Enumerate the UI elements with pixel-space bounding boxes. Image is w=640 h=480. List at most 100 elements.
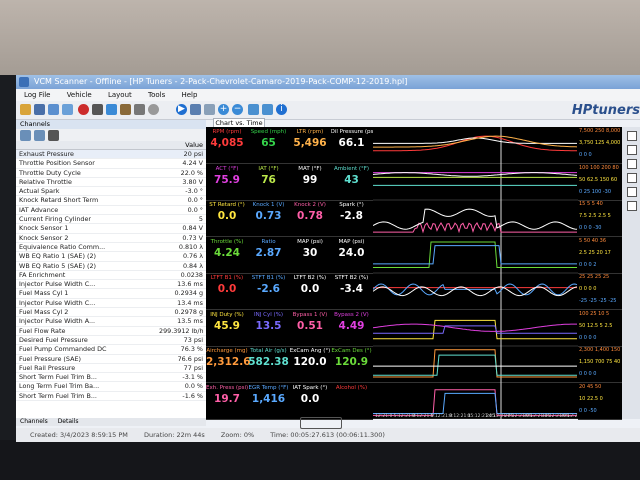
gauge[interactable]: Spark (°) -2.8 xyxy=(331,202,373,223)
zoom-out-icon[interactable]: − xyxy=(232,104,243,115)
menu-log-file[interactable]: Log File xyxy=(24,91,50,99)
channel-grid-icon[interactable] xyxy=(34,130,45,141)
table-row[interactable]: Actual Spark -3.0 ° xyxy=(16,187,206,197)
table-row[interactable]: Fuel Flow Rate 299.3912 lb/h xyxy=(16,327,206,336)
gauge[interactable]: LTR (rpm) 5,496 xyxy=(289,129,331,150)
gauge-value: 120.0 xyxy=(293,356,327,368)
table-row[interactable]: Short Term Fuel Trim B... -1.6 % xyxy=(16,392,206,402)
gauge[interactable]: IAT Spark (°) 0.0 xyxy=(289,385,331,406)
channel-name: Actual Spark xyxy=(19,187,60,196)
gauge[interactable]: IAT (°F) 76 xyxy=(248,166,290,187)
settings-icon[interactable] xyxy=(120,104,131,115)
monitor-icon[interactable] xyxy=(62,104,73,115)
table-row[interactable]: Injector Pulse Width C... 13.6 ms xyxy=(16,280,206,290)
checkbox-icon[interactable] xyxy=(627,173,637,183)
gauge[interactable]: Speed (mph) 65 xyxy=(248,129,290,150)
gauge[interactable]: Exh. Press (psi) 19.7 xyxy=(206,385,248,406)
gauge[interactable]: STFT B2 (%) -3.4 xyxy=(331,275,373,296)
table-row[interactable]: WB EQ Ratio 5 (SAE) (2) 0.84 λ xyxy=(16,262,206,271)
menu-tools[interactable]: Tools xyxy=(148,91,165,99)
table-row[interactable]: Current Firing Cylinder 5 xyxy=(16,215,206,225)
panel-tabs: Channels Details xyxy=(16,418,206,426)
table-row[interactable]: FA Enrichment 0.0238 xyxy=(16,271,206,281)
table-row[interactable]: Injector Pulse Width A... 13.5 ms xyxy=(16,317,206,327)
channel-config-icon[interactable] xyxy=(48,130,59,141)
checkbox-icon[interactable] xyxy=(627,159,637,169)
stop-icon[interactable] xyxy=(92,104,103,115)
table-row[interactable]: Throttle Duty Cycle 22.0 % xyxy=(16,169,206,178)
gauge[interactable]: STFT B1 (%) -2.6 xyxy=(248,275,290,296)
play-icon[interactable]: ▶ xyxy=(176,104,187,115)
scale-label: 100 100 200 80 xyxy=(579,164,619,171)
chart-plot[interactable]: 12:21:0 5:12:21:08:12:21:05:12:21:08:12:2… xyxy=(372,127,595,420)
table-row[interactable]: Long Term Fuel Trim Ba... 0.0 % xyxy=(16,382,206,392)
gauge[interactable]: ExCam Ang (°) 120.0 xyxy=(289,348,331,369)
save-icon[interactable] xyxy=(34,104,45,115)
gauge[interactable]: Ratio 2.87 xyxy=(248,239,290,260)
table-row[interactable]: Fuel Rail Pressure 77 psi xyxy=(16,364,206,374)
table-row[interactable]: Knock Sensor 2 0.73 V xyxy=(16,234,206,243)
gauge[interactable]: EGR Temp (°F) 1,416 xyxy=(248,385,290,406)
vehicle-connect-icon[interactable] xyxy=(48,104,59,115)
table-row[interactable]: Exhaust Pressure 20 psi xyxy=(16,150,206,160)
zoom-in-icon[interactable]: + xyxy=(218,104,229,115)
gauge[interactable]: ST Retard (°) 0.0 xyxy=(206,202,248,223)
menu-vehicle[interactable]: Vehicle xyxy=(67,91,92,99)
table-row[interactable]: Equivalence Ratio Comm... 0.810 λ xyxy=(16,243,206,253)
tab-channels[interactable]: Channels xyxy=(16,418,52,425)
menu-layout[interactable]: Layout xyxy=(108,91,132,99)
table-row[interactable]: Fuel Mass Cyl 1 0.2934 g xyxy=(16,289,206,299)
export-icon[interactable] xyxy=(262,104,273,115)
gauge[interactable]: LTFT B2 (%) 0.0 xyxy=(289,275,331,296)
gauge[interactable]: Alcohol (%) xyxy=(331,385,373,392)
gauge[interactable]: Bypass 2 (V) 4.49 xyxy=(331,312,373,333)
record-icon[interactable] xyxy=(78,104,89,115)
table-row[interactable]: Knock Sensor 1 0.84 V xyxy=(16,224,206,234)
gauge[interactable]: MAT (°F) 99 xyxy=(289,166,331,187)
table-row[interactable]: Desired Fuel Pressure 73 psi xyxy=(16,336,206,346)
step-forward-icon[interactable] xyxy=(190,104,201,115)
checkbox-icon[interactable] xyxy=(627,145,637,155)
tab-details[interactable]: Details xyxy=(54,418,83,425)
checkbox-icon[interactable] xyxy=(627,201,637,211)
table-row[interactable]: Injector Pulse Width C... 13.4 ms xyxy=(16,299,206,309)
table-row[interactable]: Throttle Position Sensor 4.24 V xyxy=(16,159,206,169)
table-row[interactable]: Fuel Mass Cyl 2 0.2978 g xyxy=(16,308,206,318)
gauge[interactable]: Ambient (°F) 43 xyxy=(331,166,373,187)
gauge[interactable]: Knock 2 (V) 0.78 xyxy=(289,202,331,223)
gauge[interactable]: Bypass 1 (V) 0.51 xyxy=(289,312,331,333)
gauge[interactable]: ACT (°F) 75.9 xyxy=(206,166,248,187)
menu-help[interactable]: Help xyxy=(181,91,197,99)
gauge[interactable]: LTFT B1 (%) 0.0 xyxy=(206,275,248,296)
camera-icon[interactable] xyxy=(134,104,145,115)
table-row[interactable]: WB EQ Ratio 1 (SAE) (2) 0.76 λ xyxy=(16,252,206,262)
table-row[interactable]: Fuel Pump Commanded DC 76.3 % xyxy=(16,345,206,355)
open-folder-icon[interactable] xyxy=(20,104,31,115)
table-row[interactable]: IAT Advance 0.0 ° xyxy=(16,206,206,216)
checkbox-icon[interactable] xyxy=(627,187,637,197)
chart-vs-time[interactable]: 12:21:0 5:12:21:0 8:12:21:0 5:12:21:0 8:12:2… xyxy=(372,127,595,420)
gauge[interactable]: MAP (psi) 30 xyxy=(289,239,331,260)
table-row[interactable]: Fuel Pressure (SAE) 76.6 psi xyxy=(16,355,206,364)
info-icon[interactable]: i xyxy=(276,104,287,115)
table-row[interactable]: Knock Retard Short Term 0.0 ° xyxy=(16,196,206,206)
gauge[interactable]: INJ Cyl (%) 13.5 xyxy=(248,312,290,333)
gauge[interactable]: ExCam Des (°) 120.9 xyxy=(331,348,373,369)
gauge[interactable]: Total Air (g/s) 582.38 xyxy=(248,348,290,369)
channel-list-icon[interactable] xyxy=(20,130,31,141)
step-back-icon[interactable] xyxy=(204,104,215,115)
gauge[interactable]: Throttle (%) 4.24 xyxy=(206,239,248,260)
gauge-value: 24.0 xyxy=(338,246,365,259)
gauge[interactable]: MAP (psi) 24.0 xyxy=(331,239,373,260)
table-row[interactable]: Relative Throttle 3.80 V xyxy=(16,178,206,188)
checkbox-icon[interactable] xyxy=(627,131,637,141)
gauge[interactable]: Knock 1 (V) 0.73 xyxy=(248,202,290,223)
gauge-icon[interactable] xyxy=(106,104,117,115)
fit-view-icon[interactable] xyxy=(248,104,259,115)
table-row[interactable]: Short Term Fuel Trim B... -3.1 % xyxy=(16,373,206,383)
gauge[interactable]: RPM (rpm) 4,085 xyxy=(206,129,248,150)
gauge[interactable]: Oil Pressure (psi) 66.1 xyxy=(331,129,373,150)
gauge[interactable]: INJ Duty (%) 45.9 xyxy=(206,312,248,333)
gauge[interactable]: Aircharge (mg) 2,312.6 xyxy=(206,348,251,369)
record-playback-icon[interactable] xyxy=(148,104,159,115)
